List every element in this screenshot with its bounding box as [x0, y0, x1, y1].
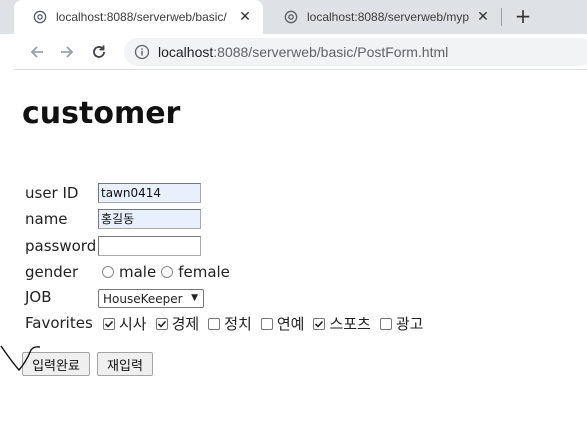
gender-label: gender: [25, 263, 79, 281]
checkbox-label: 연예: [276, 315, 305, 333]
checkbox-label: 시사: [119, 315, 147, 333]
pen-stroke-annotation: [0, 345, 41, 372]
female-radio-label: female: [178, 263, 230, 281]
url-text: localhost:8088/serverweb/basic/PostForm.…: [158, 44, 448, 60]
tab-mypost[interactable]: localhost:8088/serverweb/mypo ✕: [265, 0, 501, 34]
checkmark-icon: [315, 320, 324, 328]
checkmark-icon: [157, 320, 166, 328]
checkbox-label: 경제: [171, 315, 200, 333]
checkbox-label: 정치: [224, 315, 252, 333]
tab-title: localhost:8088/serverweb/basic/: [56, 10, 227, 24]
checkbox-sisa[interactable]: [103, 317, 115, 330]
tab-title: localhost:8088/serverweb/mypo: [307, 10, 469, 24]
tab-strip: localhost:8088/serverweb/basic/ ✕ localh…: [0, 0, 587, 34]
back-button[interactable]: [26, 41, 48, 63]
job-select-value: HouseKeeper: [103, 291, 183, 306]
globe-icon: [32, 9, 48, 25]
browser-toolbar: localhost:8088/serverweb/basic/PostForm.…: [14, 34, 587, 70]
url-path: :8088/serverweb/basic/PostForm.html: [213, 44, 449, 60]
checkbox-entertainment[interactable]: [260, 317, 273, 330]
password-input[interactable]: [98, 236, 201, 256]
arrow-right-icon: [61, 46, 74, 58]
checkmark-icon: [104, 320, 114, 328]
userid-label: user ID: [25, 184, 79, 202]
tab-divider: [501, 8, 502, 26]
reload-icon: [93, 45, 105, 58]
info-icon[interactable]: [134, 44, 150, 60]
checkbox-economy[interactable]: [155, 317, 168, 330]
password-label: password: [25, 237, 97, 255]
new-tab-button[interactable]: +: [512, 5, 534, 27]
close-icon[interactable]: ✕: [237, 9, 253, 25]
forward-button[interactable]: [56, 41, 78, 63]
gender-radio-group: male female: [102, 263, 235, 281]
address-bar[interactable]: localhost:8088/serverweb/basic/PostForm.…: [124, 38, 587, 66]
dropdown-arrow-icon: ▼: [191, 293, 198, 303]
userid-input[interactable]: tawn0414: [98, 183, 201, 203]
job-label: JOB: [25, 288, 52, 306]
favorites-group: 시사 경제 정치 연예 스포츠 광고: [103, 313, 432, 334]
checkbox-label: 스포츠: [329, 315, 371, 333]
checkbox-politics[interactable]: [208, 317, 221, 330]
male-radio[interactable]: [102, 266, 114, 278]
url-host: localhost: [158, 44, 214, 60]
job-select[interactable]: HouseKeeper ▼: [98, 289, 204, 308]
reset-button[interactable]: 재입력: [97, 352, 153, 376]
name-input[interactable]: 홍길동: [98, 209, 201, 229]
name-label: name: [25, 210, 68, 228]
checkbox-label: 광고: [395, 315, 424, 333]
checkbox-sports[interactable]: [313, 317, 326, 330]
page-title: customer: [22, 96, 181, 131]
favorites-label: Favorites: [25, 314, 93, 332]
male-radio-label: male: [119, 263, 157, 281]
arrow-left-icon: [30, 46, 43, 58]
reload-button[interactable]: [88, 41, 110, 63]
close-icon[interactable]: ✕: [475, 9, 491, 25]
tab-postform[interactable]: localhost:8088/serverweb/basic/ ✕: [14, 0, 263, 34]
female-radio[interactable]: [161, 266, 174, 278]
checkbox-ad[interactable]: [379, 317, 392, 330]
globe-icon: [283, 9, 299, 25]
